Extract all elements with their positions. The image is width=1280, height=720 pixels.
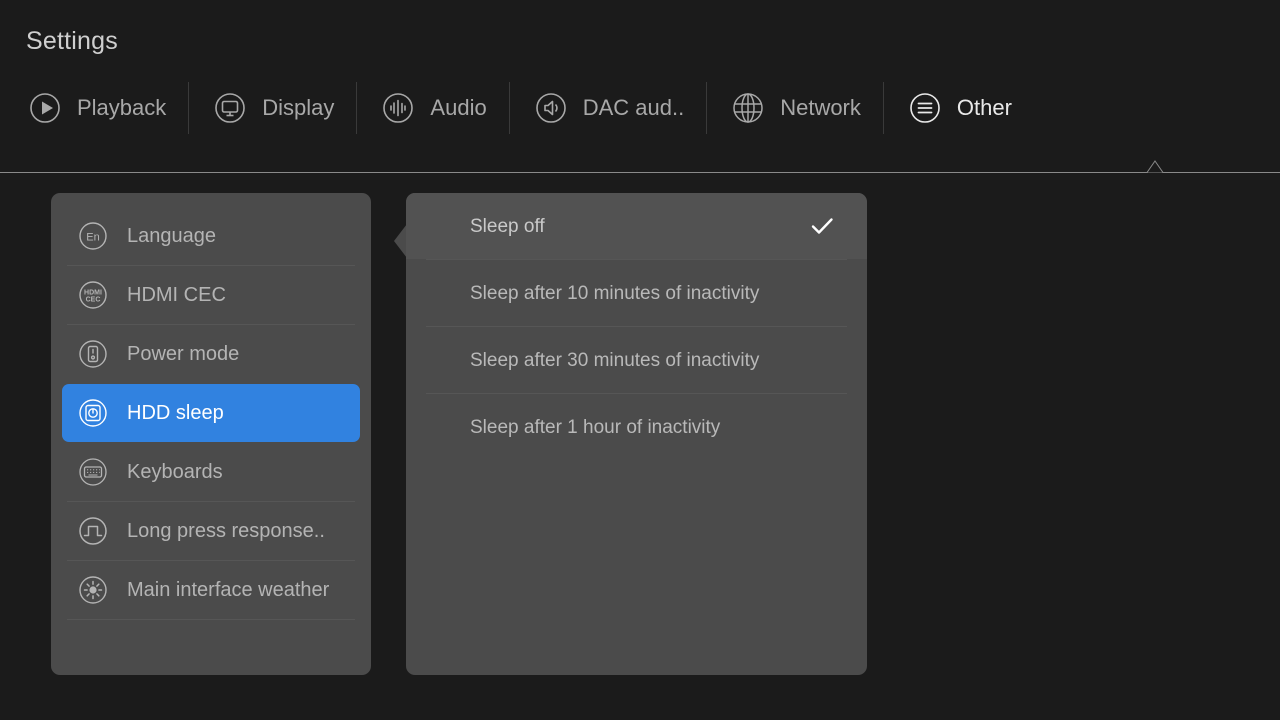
waveform-icon — [379, 89, 417, 127]
monitor-icon — [211, 89, 249, 127]
sidebar-item-long-press-response[interactable]: Long press response.. — [62, 502, 360, 560]
sidebar-item-label: Keyboards — [127, 461, 223, 483]
sidebar-item-label: Power mode — [127, 343, 240, 365]
option-label: Sleep after 1 hour of inactivity — [470, 416, 721, 438]
hdd-sleep-options-panel: Sleep off Sleep after 10 minutes of inact… — [406, 193, 867, 675]
speaker-icon — [532, 89, 570, 127]
tab-separator — [508, 82, 510, 134]
option-label: Sleep after 30 minutes of inactivity — [470, 349, 760, 371]
sidebar-item-label: Long press response.. — [127, 520, 325, 542]
hdmi-cec-icon: HDMI CEC — [75, 277, 111, 313]
check-icon-empty — [807, 278, 837, 308]
svg-text:HDMI: HDMI — [84, 290, 102, 297]
tab-separator — [706, 82, 708, 134]
language-en-icon: En — [75, 218, 111, 254]
sidebar-item-power-mode[interactable]: Power mode — [62, 325, 360, 383]
option-row[interactable]: Sleep off — [406, 193, 867, 259]
header-divider — [0, 172, 1280, 173]
tab-audio[interactable]: Audio — [379, 80, 508, 136]
settings-screen: Settings Playback Display Audio DAC aud.. Ne… — [0, 0, 1280, 720]
sidebar-item-label: HDMI CEC — [127, 284, 226, 306]
check-icon-empty — [807, 412, 837, 442]
option-row[interactable]: Sleep after 30 minutes of inactivity — [406, 327, 867, 393]
tab-label: Playback — [77, 95, 167, 120]
tab-label: Other — [956, 95, 1012, 120]
play-circle-icon — [26, 89, 64, 127]
hamburger-menu-icon — [906, 89, 944, 127]
option-label: Sleep after 10 minutes of inactivity — [470, 282, 760, 304]
sidebar-divider — [67, 619, 355, 620]
tab-label: Network — [780, 95, 861, 120]
tab-separator — [882, 82, 884, 134]
sidebar-item-label: HDD sleep — [127, 402, 224, 424]
svg-text:CEC: CEC — [86, 297, 101, 304]
sidebar-item-hdd-sleep[interactable]: HDD sleep — [62, 384, 360, 442]
weather-sun-icon — [75, 572, 111, 608]
check-icon-empty — [807, 345, 837, 375]
pulse-wave-icon — [75, 513, 111, 549]
keyboard-icon — [75, 454, 111, 490]
sidebar-item-label: Main interface weather — [127, 579, 330, 601]
globe-icon — [729, 89, 767, 127]
tab-separator — [356, 82, 358, 134]
page-title: Settings — [26, 27, 118, 55]
svg-text:En: En — [86, 232, 99, 244]
option-row[interactable]: Sleep after 10 minutes of inactivity — [406, 260, 867, 326]
tab-label: Audio — [430, 95, 487, 120]
tab-label: DAC aud.. — [582, 95, 685, 120]
sidebar-item-hdmi-cec[interactable]: HDMI CEC HDMI CEC — [62, 266, 360, 324]
option-row[interactable]: Sleep after 1 hour of inactivity — [406, 394, 867, 460]
tab-network[interactable]: Network — [729, 80, 883, 136]
power-mode-icon — [75, 336, 111, 372]
sidebar-item-keyboards[interactable]: Keyboards — [62, 443, 360, 501]
tab-playback[interactable]: Playback — [26, 80, 188, 136]
tab-other[interactable]: Other — [906, 80, 1034, 136]
tab-dac-aud[interactable]: DAC aud.. — [532, 80, 707, 136]
option-label: Sleep off — [470, 215, 545, 237]
sidebar-item-label: Language — [127, 225, 216, 247]
check-icon — [807, 211, 837, 241]
hdd-sleep-icon — [75, 395, 111, 431]
tab-label: Display — [262, 95, 335, 120]
top-tab-bar: Playback Display Audio DAC aud.. Network Othe… — [26, 80, 1034, 136]
active-tab-caret-icon — [1132, 158, 1178, 173]
sidebar-item-language[interactable]: En Language — [62, 207, 360, 265]
tab-separator — [188, 82, 190, 134]
settings-sidebar: En Language HDMI CEC HDMI CEC Power mode HDD s… — [51, 193, 371, 675]
sidebar-item-main-interface-weather[interactable]: Main interface weather — [62, 561, 360, 619]
tab-display[interactable]: Display — [211, 80, 356, 136]
